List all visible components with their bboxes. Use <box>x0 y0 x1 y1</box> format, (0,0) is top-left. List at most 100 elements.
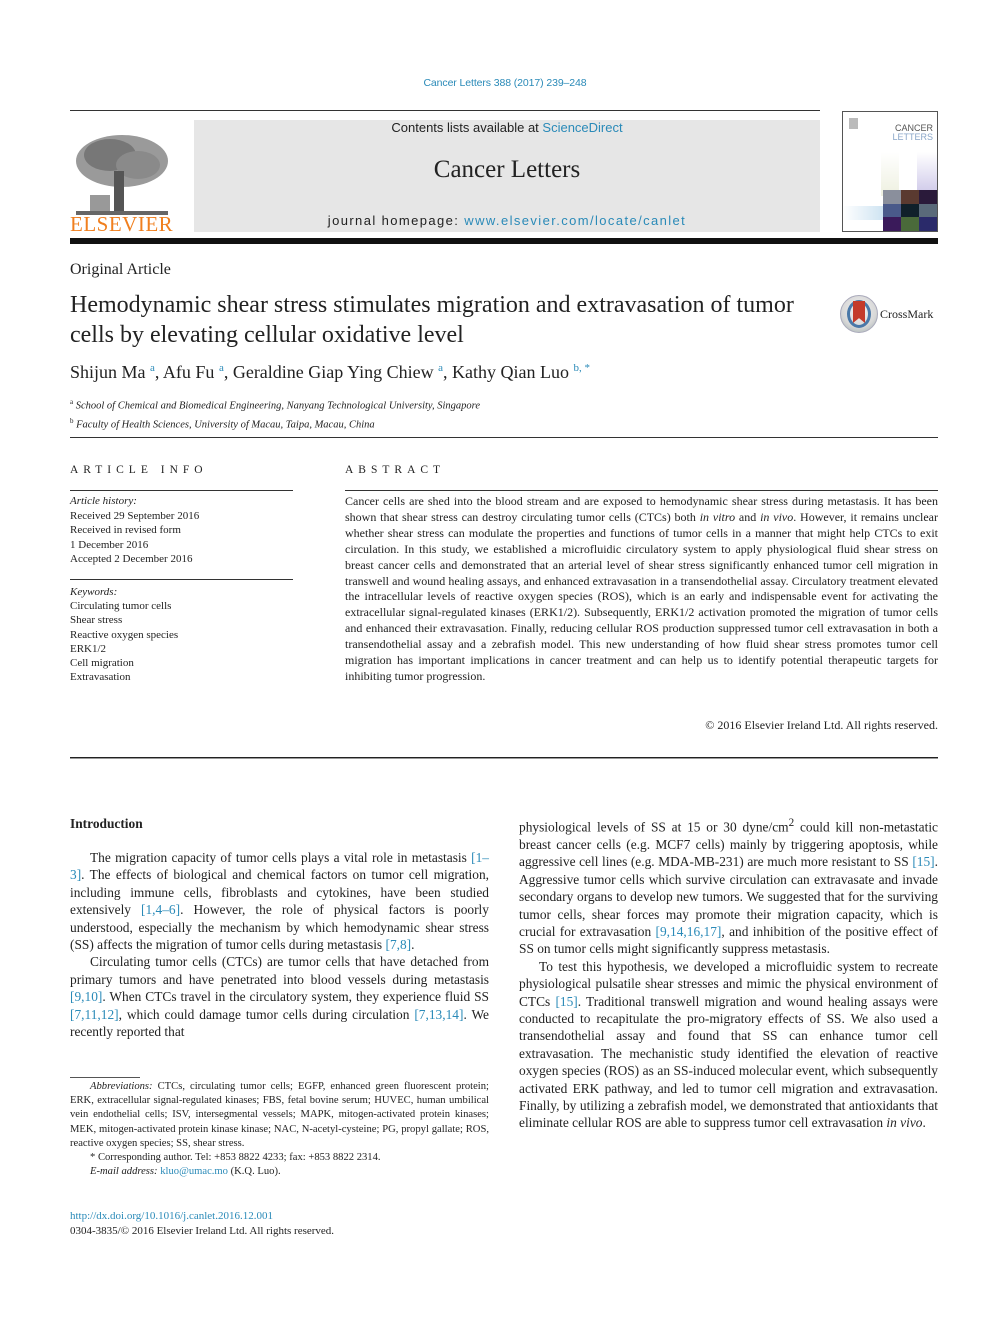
keyword-item: Shear stress <box>70 614 123 627</box>
abstract-text: Cancer cells are shed into the blood str… <box>345 494 938 685</box>
reference-link[interactable]: [15] <box>555 994 577 1009</box>
paragraph: Circulating tumor cells (CTCs) are tumor… <box>70 953 489 1040</box>
corresponding-author-footnote: * Corresponding author. Tel: +853 8822 4… <box>90 1152 381 1164</box>
history-item: Accepted 2 December 2016 <box>70 553 193 565</box>
author-name[interactable]: Shijun Ma <box>70 362 146 382</box>
affiliation-item: b Faculty of Health Sciences, University… <box>70 414 480 433</box>
body-column-left: The migration capacity of tumor cells pl… <box>70 849 489 1040</box>
sciencedirect-link[interactable]: ScienceDirect <box>542 120 622 135</box>
text-run: . <box>411 937 415 953</box>
email-label: E-mail address: <box>90 1166 158 1178</box>
section-heading-introduction: Introduction <box>70 816 143 831</box>
history-item: Received in revised form <box>70 524 181 536</box>
reference-link[interactable]: [7,13,14] <box>414 1007 463 1022</box>
divider <box>70 579 293 580</box>
journal-cover-thumbnail[interactable]: CANCER LETTERS <box>842 111 938 232</box>
divider <box>345 490 938 491</box>
header-thick-rule <box>70 238 938 244</box>
keyword-item: Reactive oxygen species <box>70 628 179 641</box>
crossmark-label: CrossMark <box>880 307 934 321</box>
text-run: The migration capacity of tumor cells pl… <box>90 850 472 865</box>
affiliation-marker[interactable]: a <box>150 362 155 374</box>
article-title: Hemodynamic shear stress stimulates migr… <box>70 292 794 348</box>
homepage-line: journal homepage: www.elsevier.com/locat… <box>194 213 820 228</box>
email-footnote: E-mail address: kluo@umac.mo (K.Q. Luo). <box>70 1165 489 1179</box>
text-run: . When CTCs travel in the circulatory sy… <box>102 989 489 1005</box>
text-run: Circulating tumor cells (CTCs) are tumor… <box>70 954 489 987</box>
elsevier-wordmark: ELSEVIER <box>70 212 174 236</box>
section-divider <box>70 757 938 759</box>
author-name[interactable]: Kathy Qian Luo <box>452 362 569 382</box>
keywords: Keywords: Circulating tumor cells Shear … <box>70 585 178 684</box>
text-run: physiological levels of SS at 15 or 30 d… <box>519 819 789 835</box>
abstract-italic: in vivo <box>760 509 794 524</box>
text-run: , which could damage tumor cells during … <box>118 1006 415 1022</box>
text-run: . Traditional transwell migration and wo… <box>519 993 938 1131</box>
reference-link[interactable]: [7,8] <box>385 937 411 952</box>
crossmark-button[interactable]: CrossMark <box>840 295 940 335</box>
reference-link[interactable]: [9,14,16,17] <box>656 924 722 939</box>
affiliation-key: a <box>70 398 74 406</box>
cover-title-line2: LETTERS <box>892 132 933 142</box>
cover-image-grid <box>883 190 937 231</box>
abstract-copyright: © 2016 Elsevier Ireland Ltd. All rights … <box>705 718 938 732</box>
keyword-item: ERK1/2 <box>70 642 107 655</box>
reference-link[interactable]: [7,11,12] <box>70 1007 119 1022</box>
footnotes: Abbreviations: CTCs, circulating tumor c… <box>70 1080 489 1179</box>
issn-copyright: 0304-3835/© 2016 Elsevier Ireland Ltd. A… <box>70 1225 335 1237</box>
affiliations: a School of Chemical and Biomedical Engi… <box>70 395 480 432</box>
journal-title: Cancer Letters <box>433 156 581 183</box>
journal-citation-link[interactable]: Cancer Letters 388 (2017) 239–248 <box>0 77 992 89</box>
paragraph: physiological levels of SS at 15 or 30 d… <box>519 815 938 958</box>
affiliation-marker[interactable]: a <box>438 362 443 374</box>
author-list: Shijun Ma a, Afu Fu a, Geraldine Giap Yi… <box>70 362 591 382</box>
abstract-span: . However, it remains unclear whether sh… <box>345 509 939 683</box>
body-column-right: physiological levels of SS at 15 or 30 d… <box>519 815 938 1132</box>
affiliation-text: School of Chemical and Biomedical Engine… <box>75 400 481 412</box>
author-name[interactable]: Geraldine Giap Ying Chiew <box>233 362 434 382</box>
affiliation-text: Faculty of Health Sciences, University o… <box>76 419 375 430</box>
contents-line: Contents lists available at ScienceDirec… <box>194 120 820 135</box>
abstract-italic: in vitro <box>699 509 736 524</box>
cover-title: CANCER LETTERS <box>892 124 933 142</box>
abstract-heading: ABSTRACT <box>345 464 446 476</box>
affiliation-key: b <box>70 416 74 425</box>
article-history: Article history: Received 29 September 2… <box>70 494 199 567</box>
article-info-heading: ARTICLE INFO <box>70 464 208 476</box>
email-suffix: (K.Q. Luo). <box>227 1166 281 1178</box>
reference-link[interactable]: [1,4–6] <box>141 902 180 917</box>
history-label: Article history: <box>70 495 137 507</box>
keyword-item: Extravasation <box>70 671 131 684</box>
history-item: 1 December 2016 <box>70 538 149 551</box>
journal-homepage-link[interactable]: www.elsevier.com/locate/canlet <box>464 213 686 228</box>
cover-publisher-logo <box>849 118 858 129</box>
keyword-item: Cell migration <box>70 657 134 670</box>
abbreviations-footnote: Abbreviations: CTCs, circulating tumor c… <box>70 1080 489 1151</box>
abbreviations-label: Abbreviations: <box>90 1081 153 1092</box>
divider <box>70 490 293 491</box>
crossmark-icon <box>840 295 878 333</box>
reference-link[interactable]: [9,10] <box>70 989 102 1004</box>
doi-link[interactable]: http://dx.doi.org/10.1016/j.canlet.2016.… <box>70 1210 273 1222</box>
affiliation-item: a School of Chemical and Biomedical Engi… <box>70 395 480 414</box>
reference-link[interactable]: [15] <box>912 854 934 869</box>
abstract-span: and <box>735 509 761 524</box>
keyword-item: Circulating tumor cells <box>70 600 172 613</box>
header-rule <box>70 110 820 111</box>
text-run: in vivo <box>886 1115 923 1131</box>
affiliation-marker[interactable]: a <box>219 362 224 374</box>
article-type: Original Article <box>70 261 171 278</box>
text-run: . <box>922 1115 926 1131</box>
contents-prefix: Contents lists available at <box>391 120 543 135</box>
keywords-label: Keywords: <box>70 586 118 598</box>
email-link[interactable]: kluo@umac.mo <box>160 1166 228 1177</box>
homepage-prefix: journal homepage: <box>327 213 465 228</box>
paragraph: To test this hypothesis, we developed a … <box>519 958 938 1132</box>
cover-band <box>843 206 883 220</box>
affiliation-marker[interactable]: b, * <box>574 362 591 374</box>
history-item: Received 29 September 2016 <box>70 509 200 522</box>
section-divider <box>70 437 938 438</box>
paragraph: The migration capacity of tumor cells pl… <box>70 849 489 953</box>
footnote-rule <box>70 1077 140 1078</box>
author-name[interactable]: Afu Fu <box>163 362 215 382</box>
